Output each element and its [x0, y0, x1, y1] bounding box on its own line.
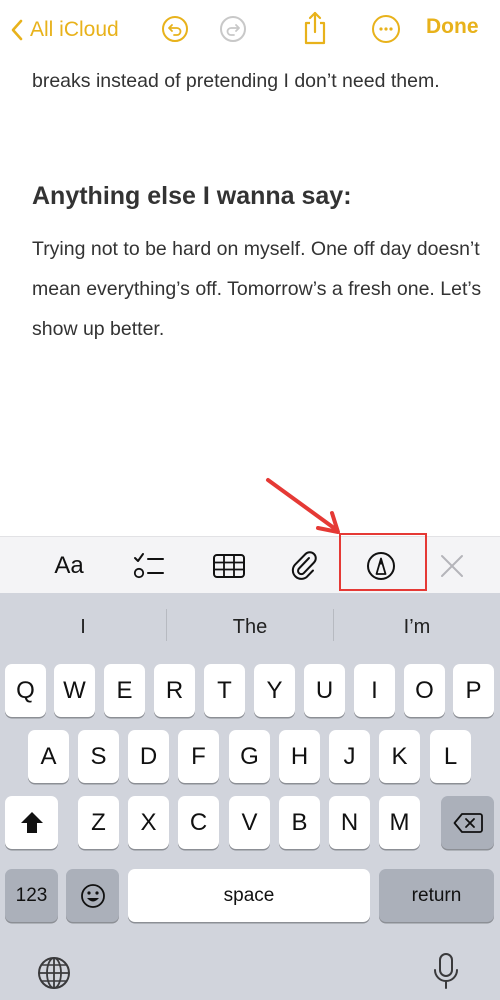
key-z[interactable]: Z [78, 796, 119, 849]
share-icon [304, 11, 326, 45]
key-h[interactable]: H [279, 730, 320, 783]
suggestion-2[interactable]: The [167, 607, 333, 647]
key-c[interactable]: C [178, 796, 219, 849]
undo-icon [168, 24, 182, 36]
key-w[interactable]: W [54, 664, 95, 717]
key-q[interactable]: Q [5, 664, 46, 717]
key-b[interactable]: B [279, 796, 320, 849]
key-o[interactable]: O [404, 664, 445, 717]
suggestion-1[interactable]: I [0, 607, 166, 647]
key-j[interactable]: J [329, 730, 370, 783]
key-m[interactable]: M [379, 796, 420, 849]
attachment-button[interactable] [281, 537, 327, 594]
key-t[interactable]: T [204, 664, 245, 717]
key-e[interactable]: E [104, 664, 145, 717]
table-icon [213, 553, 245, 578]
key-f[interactable]: F [178, 730, 219, 783]
key-n[interactable]: N [329, 796, 370, 849]
undo-button[interactable] [162, 16, 188, 42]
format-icon: Aa [54, 551, 84, 579]
suggestion-3[interactable]: I’m [334, 607, 500, 647]
format-button[interactable]: Aa [46, 537, 92, 594]
delete-key[interactable] [441, 796, 494, 849]
redo-button[interactable] [220, 16, 246, 42]
key-u[interactable]: U [304, 664, 345, 717]
back-button[interactable]: All iCloud [10, 12, 119, 48]
space-key[interactable]: space [128, 869, 370, 922]
key-y[interactable]: Y [254, 664, 295, 717]
return-key[interactable]: return [379, 869, 494, 922]
checklist-button[interactable] [126, 537, 172, 594]
key-s[interactable]: S [78, 730, 119, 783]
annotation-highlight-box [339, 533, 427, 591]
numbers-key[interactable]: 123 [5, 869, 58, 922]
more-icon [379, 27, 393, 31]
checklist-icon [133, 552, 164, 578]
more-button[interactable] [372, 15, 400, 43]
emoji-key[interactable] [66, 869, 119, 922]
backspace-icon [453, 812, 483, 833]
key-a[interactable]: A [28, 730, 69, 783]
attachment-icon [291, 550, 317, 580]
key-p[interactable]: P [453, 664, 494, 717]
globe-icon[interactable] [36, 955, 72, 991]
key-i[interactable]: I [354, 664, 395, 717]
key-x[interactable]: X [128, 796, 169, 849]
close-toolbar-button[interactable] [432, 537, 472, 594]
key-r[interactable]: R [154, 664, 195, 717]
table-button[interactable] [206, 537, 252, 594]
shift-icon [20, 811, 43, 833]
nav-bar: All iCloud Done [0, 0, 500, 60]
keyboard: I The I’m Q W E R T Y U I O P A S D F G … [0, 593, 500, 1000]
key-d[interactable]: D [128, 730, 169, 783]
annotation-arrow [266, 478, 340, 534]
chevron-left-icon [11, 19, 23, 41]
share-button[interactable] [300, 10, 330, 46]
key-l[interactable]: L [430, 730, 471, 783]
note-heading[interactable]: Anything else I wanna say: [32, 176, 482, 216]
note-paragraph[interactable]: Trying not to be hard on myself. One off… [32, 229, 482, 349]
key-g[interactable]: G [229, 730, 270, 783]
key-k[interactable]: K [379, 730, 420, 783]
redo-icon [226, 24, 240, 36]
close-icon [441, 554, 463, 577]
back-label: All iCloud [30, 18, 119, 41]
microphone-icon[interactable] [432, 951, 460, 991]
emoji-icon [80, 883, 105, 908]
done-button[interactable]: Done [426, 15, 479, 39]
key-v[interactable]: V [229, 796, 270, 849]
note-paragraph[interactable]: breaks instead of pretending I don’t nee… [32, 61, 482, 101]
shift-key[interactable] [5, 796, 58, 849]
